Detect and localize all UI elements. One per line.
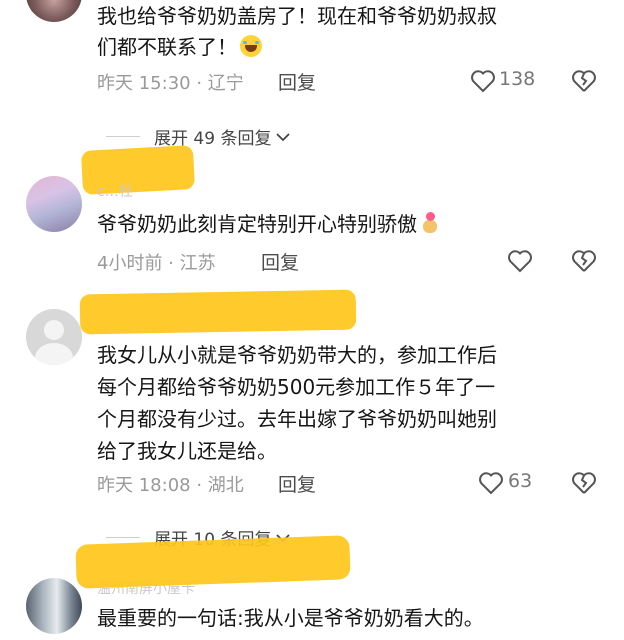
comment-text-line: 给了我女儿还是给。 [97,439,277,463]
avatar[interactable] [26,578,82,634]
comment-text-line: 每个月都给爷爷奶奶500元参加工作５年了一 [97,375,496,399]
divider-line [106,537,140,538]
comment-location: 湖北 [207,475,244,496]
comment-text-line: 最重要的一句话:我从小是爷爷奶奶看大的。 [97,606,484,630]
comment-meta: 昨天 18:08 · 湖北 [97,475,244,496]
comment-meta: 昨天 15:30 · 辽宁 [97,73,244,94]
broken-heart-icon[interactable] [571,69,597,93]
avatar[interactable] [26,0,82,22]
like-count: 138 [499,68,536,90]
default-avatar-icon [44,320,64,340]
reply-button[interactable]: 回复 [278,68,316,95]
comment-text-line: 个月都没有少过。去年出嫁了爷爷奶奶叫她别 [97,407,497,431]
comment-meta: 4小时前 · 江苏 [97,253,216,274]
comment-text-line: 我也给爷爷奶奶盖房了！现在和爷爷奶奶叔叔 [97,4,497,28]
heart-icon[interactable] [478,471,504,495]
laughing-face-icon [240,35,262,57]
chevron-down-icon [276,132,291,141]
comment-username[interactable]: c…杜 [97,181,133,201]
comment-time: 4小时前 [97,253,163,274]
divider-line [106,136,140,137]
like-count: 63 [508,470,533,492]
redaction-highlight [75,535,351,589]
broken-heart-icon[interactable] [571,471,597,495]
redaction-highlight [79,289,357,335]
crossed-fingers-heart-icon [420,212,440,234]
comment-time: 昨天 18:08 [97,475,191,496]
comment-location: 辽宁 [207,73,244,94]
expand-replies-button[interactable]: 展开 49 条回复 [106,124,291,149]
broken-heart-icon[interactable] [571,249,597,273]
avatar[interactable] [26,176,82,232]
reply-button[interactable]: 回复 [261,248,299,275]
comment-text-line: 我女儿从小就是爷爷奶奶带大的，参加工作后 [97,343,497,367]
comment-time: 昨天 15:30 [97,73,191,94]
reply-button[interactable]: 回复 [278,470,316,497]
comment-location: 江苏 [179,253,216,274]
comment-text-line: 爷爷奶奶此刻肯定特别开心特别骄傲 [97,209,440,240]
heart-icon[interactable] [470,69,496,93]
heart-icon[interactable] [507,249,533,273]
comment-text-line: 们都不联系了！ [97,32,262,63]
avatar[interactable] [26,309,82,365]
